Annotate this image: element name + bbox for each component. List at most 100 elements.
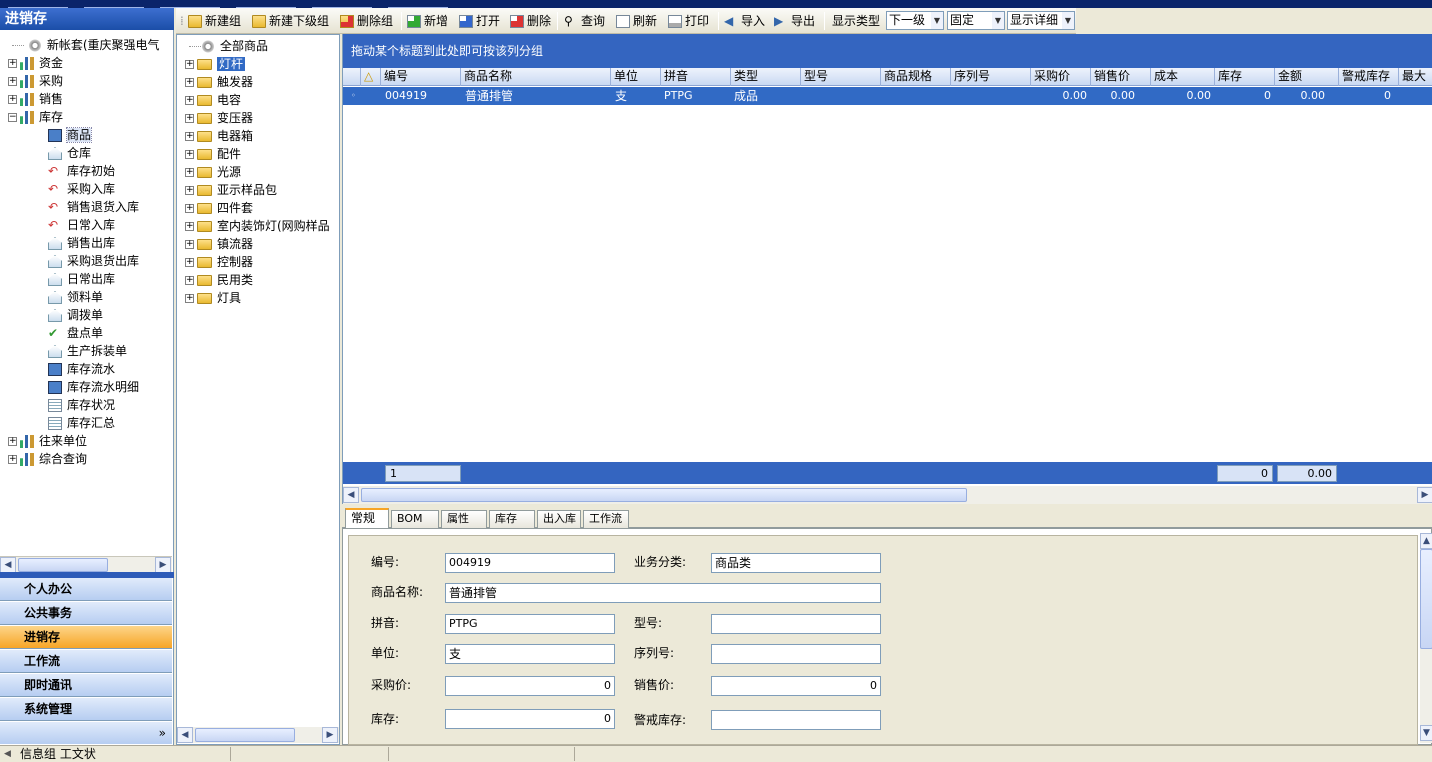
refresh-button[interactable]: 刷新 — [616, 12, 657, 30]
table-row[interactable]: ◦ 004919 普通排管 支 PTPG 成品 0.00 0.00 0.00 0… — [343, 87, 1432, 105]
expand-icon[interactable]: + — [8, 77, 17, 86]
pinyin-field[interactable]: PTPG — [445, 614, 615, 634]
scroll-right-icon[interactable]: ▶ — [322, 727, 338, 743]
tree-item-production-assembly[interactable]: 生产拆装单 — [48, 342, 127, 360]
new-group-button[interactable]: 新建组 — [188, 12, 241, 30]
tree-item-goods[interactable]: 商品 — [48, 126, 93, 144]
nav-more-button[interactable]: » — [0, 722, 172, 744]
column-header-unit[interactable]: 单位 — [611, 68, 661, 86]
category-item[interactable]: + 民用类 — [185, 271, 253, 289]
tree-item-funds[interactable]: + 资金 — [8, 54, 63, 72]
import-button[interactable]: ◀ 导入 — [724, 12, 765, 30]
stock-field[interactable]: 0 — [445, 709, 615, 729]
expand-icon[interactable]: + — [185, 168, 194, 177]
scroll-up-icon[interactable]: ▲ — [1420, 533, 1432, 549]
expand-icon[interactable]: + — [185, 204, 194, 213]
nav-workflow[interactable]: 工作流 — [0, 650, 172, 673]
expand-icon[interactable]: + — [185, 150, 194, 159]
tab-in-out[interactable]: 出入库 — [537, 510, 581, 528]
category-item[interactable]: + 电容 — [185, 91, 241, 109]
scroll-right-icon[interactable]: ▶ — [1417, 487, 1432, 503]
tree-item-transfer[interactable]: 调拨单 — [48, 306, 103, 324]
left-tree-hscrollbar[interactable]: ◀ ▶ — [0, 556, 172, 573]
category-item[interactable]: + 配件 — [185, 145, 241, 163]
column-header-stock[interactable]: 库存 — [1215, 68, 1275, 86]
bell-icon[interactable]: △ — [361, 68, 381, 86]
scroll-right-icon[interactable]: ▶ — [155, 557, 171, 573]
fixed-select[interactable]: 固定 ▼ — [947, 11, 1005, 30]
scroll-left-icon[interactable]: ◀ — [0, 557, 16, 573]
tree-item-stock-initial[interactable]: ↶ 库存初始 — [48, 162, 115, 180]
expand-icon[interactable]: + — [185, 240, 194, 249]
expand-icon[interactable]: + — [185, 222, 194, 231]
column-header-purchase-price[interactable]: 采购价 — [1031, 68, 1091, 86]
tree-item-general-query[interactable]: + 综合查询 — [8, 450, 87, 468]
nav-instant-messaging[interactable]: 即时通讯 — [0, 674, 172, 697]
form-vscrollbar[interactable]: ▲ ▼ — [1420, 533, 1432, 743]
alert-stock-field[interactable] — [711, 710, 881, 730]
category-item[interactable]: + 电器箱 — [185, 127, 253, 145]
category-tree-hscrollbar[interactable]: ◀ ▶ — [177, 727, 339, 743]
tree-item-purchase[interactable]: + 采购 — [8, 72, 63, 90]
purchase-price-field[interactable]: 0 — [445, 676, 615, 696]
tree-item-sales-outbound[interactable]: 销售出库 — [48, 234, 115, 252]
category-item[interactable]: + 镇流器 — [185, 235, 253, 253]
expand-icon[interactable]: + — [185, 114, 194, 123]
expand-icon[interactable]: + — [185, 60, 194, 69]
nav-public-affairs[interactable]: 公共事务 — [0, 602, 172, 625]
display-type-select[interactable]: 下一级 ▼ — [886, 11, 944, 30]
tree-item-partners[interactable]: + 往来单位 — [8, 432, 87, 450]
name-field[interactable]: 普通排管 — [445, 583, 881, 603]
scroll-down-icon[interactable]: ▼ — [1420, 725, 1432, 741]
category-item[interactable]: + 灯具 — [185, 289, 241, 307]
serial-field[interactable] — [711, 644, 881, 664]
delete-group-button[interactable]: 删除组 — [340, 12, 393, 30]
display-detail-select[interactable]: 显示详细 ▼ — [1007, 11, 1075, 30]
expand-icon[interactable]: + — [185, 132, 194, 141]
category-item[interactable]: + 灯杆 — [185, 55, 246, 73]
tree-item-stock-flow[interactable]: 库存流水 — [48, 360, 115, 378]
collapse-icon[interactable]: − — [8, 113, 17, 122]
tab-workflow[interactable]: 工作流 — [583, 510, 629, 528]
category-item[interactable]: + 触发器 — [185, 73, 253, 91]
chevron-down-icon[interactable]: ▼ — [1062, 12, 1074, 29]
group-by-area[interactable]: 拖动某个标题到此处即可按该列分组 — [343, 34, 1432, 68]
tree-item-stock-summary[interactable]: 库存汇总 — [48, 414, 115, 432]
new-subgroup-button[interactable]: 新建下级组 — [252, 12, 329, 30]
category-item[interactable]: + 四件套 — [185, 199, 253, 217]
scroll-left-icon[interactable]: ◀ — [343, 487, 359, 503]
category-item[interactable]: + 室内装饰灯(网购样品 — [185, 217, 330, 235]
tree-item-stock-flow-detail[interactable]: 库存流水明细 — [48, 378, 139, 396]
expand-icon[interactable]: + — [8, 455, 17, 464]
model-field[interactable] — [711, 614, 881, 634]
scroll-thumb[interactable] — [1420, 549, 1432, 649]
column-header-serial[interactable]: 序列号 — [951, 68, 1031, 86]
tab-bom[interactable]: BOM — [391, 510, 439, 528]
print-button[interactable]: 打印 — [668, 12, 709, 30]
add-button[interactable]: 新增 — [407, 12, 448, 30]
expand-icon[interactable]: + — [8, 59, 17, 68]
unit-field[interactable]: 支 — [445, 644, 615, 664]
grid-hscrollbar[interactable]: ◀ ▶ — [343, 486, 1432, 504]
category-item[interactable]: + 亚示样品包 — [185, 181, 277, 199]
tree-item-purchase-inbound[interactable]: ↶ 采购入库 — [48, 180, 115, 198]
expand-icon[interactable]: + — [185, 294, 194, 303]
query-button[interactable]: ⚲ 查询 — [564, 12, 605, 30]
code-field[interactable]: 004919 — [445, 553, 615, 573]
tree-item-daily-outbound[interactable]: 日常出库 — [48, 270, 115, 288]
chevron-down-icon[interactable]: ▼ — [931, 12, 943, 29]
delete-button[interactable]: 删除 — [510, 12, 551, 30]
tree-item-stocktake[interactable]: ✔ 盘点单 — [48, 324, 103, 342]
column-header-model[interactable]: 型号 — [801, 68, 881, 86]
scroll-thumb[interactable] — [361, 488, 967, 502]
expand-icon[interactable]: + — [185, 78, 194, 87]
expand-icon[interactable]: + — [8, 437, 17, 446]
scroll-thumb[interactable] — [195, 728, 295, 742]
tree-item-warehouse[interactable]: 仓库 — [48, 144, 91, 162]
chevron-down-icon[interactable]: ▼ — [992, 12, 1004, 29]
column-header-sale-price[interactable]: 销售价 — [1091, 68, 1151, 86]
column-header-name[interactable]: 商品名称 — [461, 68, 611, 86]
column-header-code[interactable]: 编号 — [381, 68, 461, 86]
category-item[interactable]: + 变压器 — [185, 109, 253, 127]
tree-item-sales[interactable]: + 销售 — [8, 90, 63, 108]
